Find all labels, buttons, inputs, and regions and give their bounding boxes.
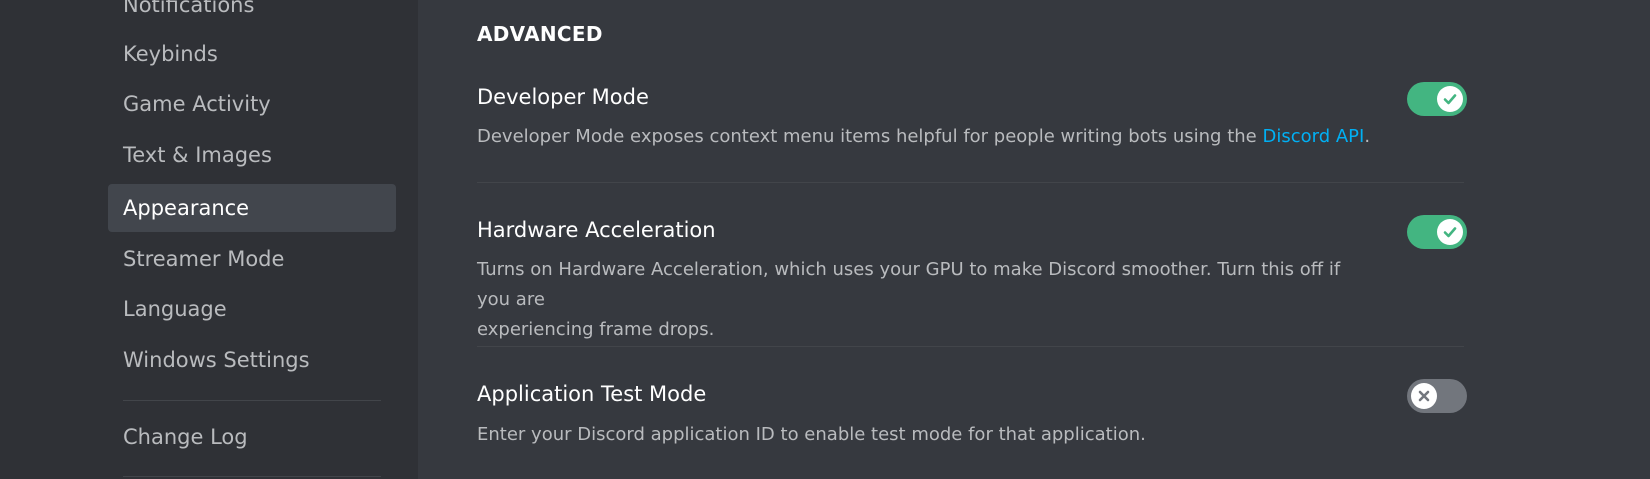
hardware-acceleration-title: Hardware Acceleration: [477, 218, 716, 242]
check-icon: [1443, 227, 1457, 238]
settings-window: Notifications Keybinds Game Activity Tex…: [0, 0, 1650, 479]
hardware-acceleration-toggle[interactable]: [1407, 215, 1467, 249]
sidebar-item-windows-settings[interactable]: Windows Settings: [108, 336, 396, 384]
sidebar-item-change-log[interactable]: Change Log: [108, 413, 396, 461]
sidebar-item-streamer-mode[interactable]: Streamer Mode: [108, 235, 396, 283]
description-text-end: .: [1364, 126, 1371, 147]
settings-content: ADVANCED Developer Mode Developer Mode e…: [418, 0, 1650, 479]
section-title: ADVANCED: [477, 22, 603, 46]
sidebar-item-keybinds[interactable]: Keybinds: [108, 30, 396, 78]
sidebar-item-appearance[interactable]: Appearance: [108, 184, 396, 232]
sidebar-item-text-images[interactable]: Text & Images: [108, 131, 396, 179]
application-test-mode-toggle[interactable]: [1407, 379, 1467, 413]
sidebar-divider: [123, 400, 381, 401]
application-test-mode-title: Application Test Mode: [477, 382, 707, 406]
description-line: Turns on Hardware Acceleration, which us…: [477, 259, 1341, 310]
toggle-knob: [1437, 219, 1463, 245]
check-icon: [1443, 94, 1457, 105]
close-icon: [1418, 390, 1430, 402]
setting-divider: [477, 182, 1464, 183]
sidebar-item-language[interactable]: Language: [108, 285, 396, 333]
sidebar-item-notifications[interactable]: Notifications: [108, 0, 396, 29]
developer-mode-description: Developer Mode exposes context menu item…: [477, 122, 1377, 152]
sidebar-divider-bottom: [123, 476, 381, 477]
description-line: experiencing frame drops.: [477, 319, 715, 340]
developer-mode-toggle[interactable]: [1407, 82, 1467, 116]
setting-divider: [477, 346, 1464, 347]
hardware-acceleration-description: Turns on Hardware Acceleration, which us…: [477, 255, 1377, 345]
toggle-knob: [1411, 383, 1437, 409]
application-test-mode-description: Enter your Discord application ID to ena…: [477, 424, 1146, 445]
developer-mode-title: Developer Mode: [477, 85, 649, 109]
description-text: Developer Mode exposes context menu item…: [477, 126, 1263, 147]
discord-api-link[interactable]: Discord API: [1262, 126, 1364, 147]
toggle-knob: [1437, 86, 1463, 112]
settings-sidebar: Notifications Keybinds Game Activity Tex…: [0, 0, 418, 479]
sidebar-item-game-activity[interactable]: Game Activity: [108, 80, 396, 128]
